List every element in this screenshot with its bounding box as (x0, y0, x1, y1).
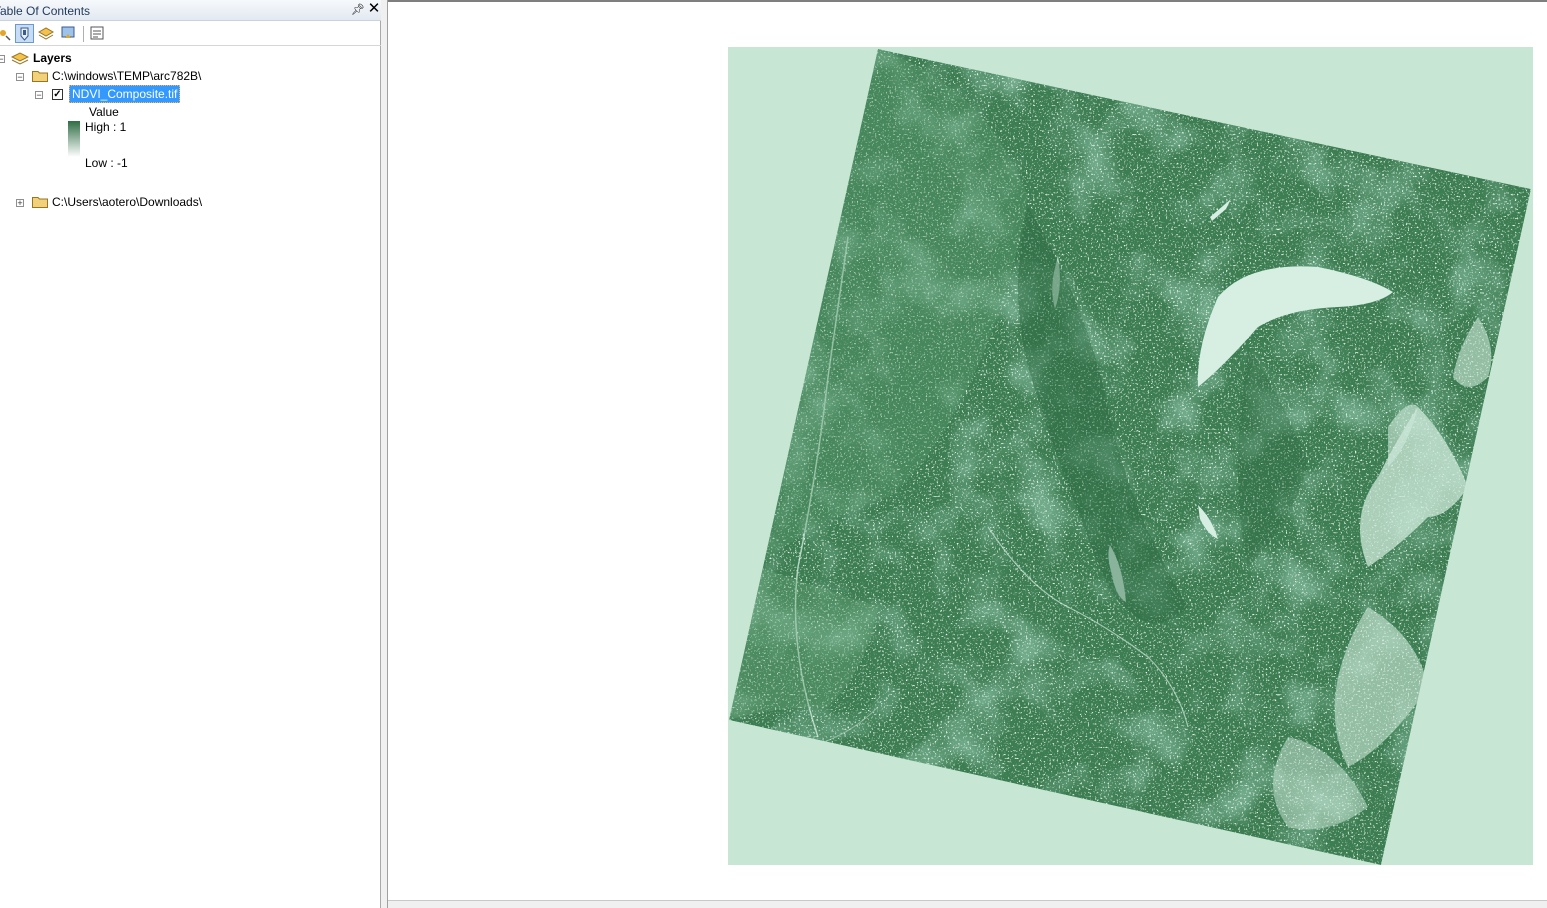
legend-field-label: Value (89, 105, 119, 119)
ndvi-raster (728, 47, 1533, 865)
pane-splitter[interactable] (381, 0, 388, 908)
legend-high-label: High : 1 (85, 120, 127, 134)
collapse-icon[interactable]: − (35, 91, 43, 100)
map-status-strip (388, 900, 1547, 908)
collapse-icon[interactable]: − (16, 73, 24, 82)
toc-toolbar (0, 22, 381, 46)
legend-low-label: Low : -1 (85, 156, 128, 170)
tree-root-label: Layers (33, 51, 72, 65)
close-icon[interactable]: ✕ (367, 1, 381, 16)
folder-icon (32, 69, 48, 82)
toc-titlebar: Table Of Contents 📌︎ ✕ (0, 0, 381, 21)
layers-icon (10, 51, 30, 65)
folder-icon (32, 195, 48, 208)
expand-icon[interactable]: + (16, 199, 24, 208)
list-by-selection-icon[interactable] (59, 24, 78, 43)
list-by-drawing-order-icon[interactable] (0, 24, 13, 43)
map-view[interactable] (388, 0, 1547, 908)
layer-visibility-checkbox[interactable]: ✓ (52, 89, 63, 100)
options-icon[interactable] (88, 24, 107, 43)
list-by-visibility-icon[interactable] (37, 24, 56, 43)
table-of-contents-pane: Table Of Contents 📌︎ ✕ − Layers − C:\win… (0, 0, 381, 908)
folder-label: C:\windows\TEMP\arc782B\ (52, 69, 202, 83)
layer-name-label[interactable]: NDVI_Composite.tif (69, 85, 181, 103)
pin-icon[interactable]: 📌︎ (351, 3, 365, 17)
toc-title: Table Of Contents (0, 4, 91, 18)
legend-color-ramp (68, 121, 80, 157)
collapse-icon[interactable]: − (0, 55, 5, 64)
list-by-source-icon[interactable] (15, 24, 34, 43)
folder-label: C:\Users\aotero\Downloads\ (52, 195, 203, 209)
layer-tree: − Layers − C:\windows\TEMP\arc782B\ − ✓ … (0, 47, 381, 908)
